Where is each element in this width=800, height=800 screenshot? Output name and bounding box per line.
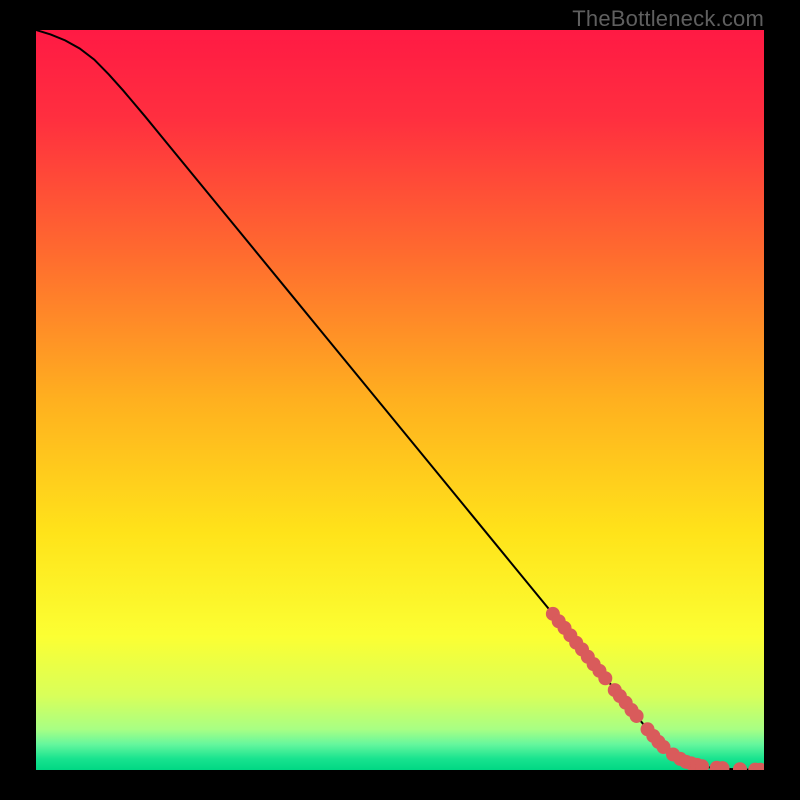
gradient-background — [36, 30, 764, 770]
data-marker — [598, 671, 612, 685]
data-marker — [630, 709, 644, 723]
watermark-label: TheBottleneck.com — [572, 6, 764, 32]
chart-frame: TheBottleneck.com — [0, 0, 800, 800]
bottleneck-chart — [36, 30, 764, 770]
